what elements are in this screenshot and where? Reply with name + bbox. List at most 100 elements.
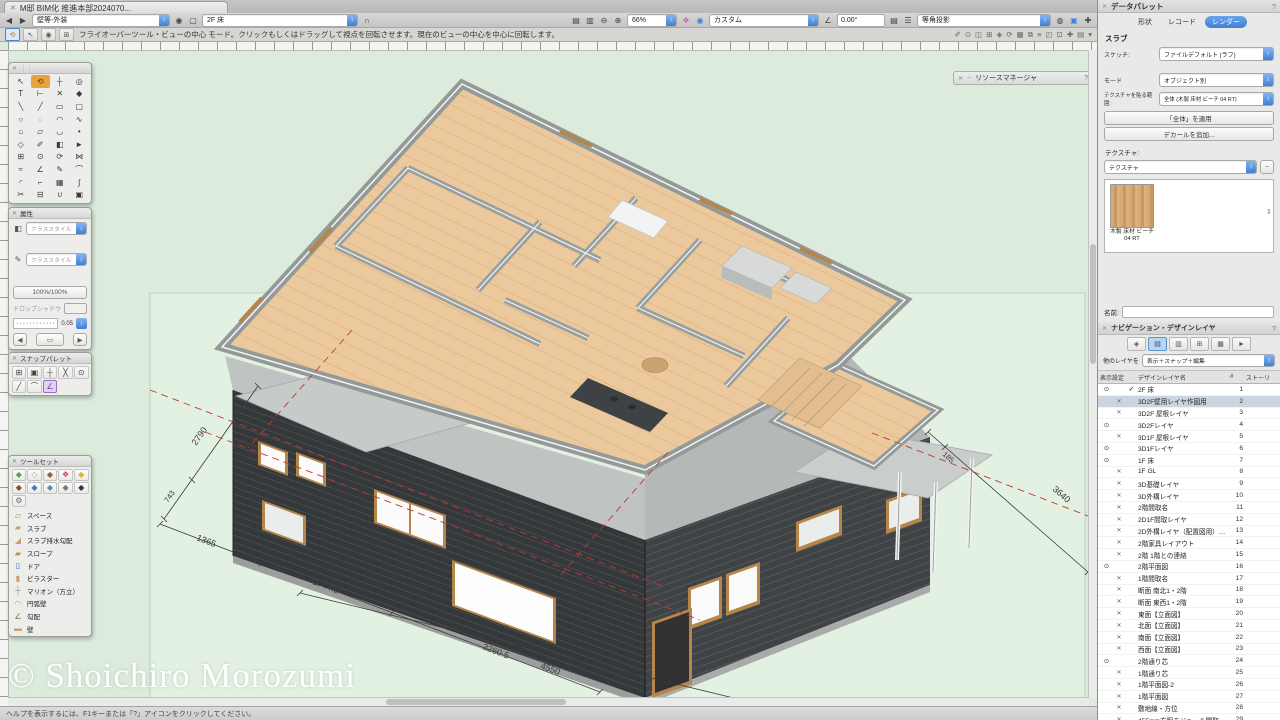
- texture-thumbnail[interactable]: [1110, 184, 1154, 228]
- tool-button[interactable]: ✂: [11, 188, 31, 201]
- modebar-tool-icon[interactable]: ✚: [1067, 30, 1073, 39]
- tool-button[interactable]: ✐: [31, 138, 51, 151]
- zoom-out-icon[interactable]: ⊖: [599, 15, 609, 26]
- toolset-tool[interactable]: ▰ スラブ: [11, 522, 89, 535]
- toolset-category-button[interactable]: ◆: [43, 469, 58, 481]
- design-layer-row[interactable]: ⊙ ✕ ✓ 2F 床 1: [1098, 384, 1280, 396]
- modebar-tool-icon[interactable]: ▤: [1077, 30, 1084, 39]
- mode-button[interactable]: ◉: [41, 28, 56, 41]
- visibility-off-icon[interactable]: ✕: [1113, 645, 1125, 652]
- render-mode-dropdown[interactable]: カスタム↕: [709, 14, 819, 27]
- tool-button[interactable]: ∿: [70, 113, 90, 126]
- modebar-tool-icon[interactable]: ◫: [975, 30, 982, 39]
- tool-button[interactable]: ≈: [11, 163, 31, 176]
- tool-button[interactable]: ►: [70, 138, 90, 151]
- tool-button[interactable]: •: [70, 125, 90, 138]
- line-weight-stepper[interactable]: ↕: [76, 318, 87, 329]
- marker-style-button[interactable]: ▭: [36, 333, 64, 346]
- toolset-category-button[interactable]: ◆: [74, 482, 89, 494]
- tool-button[interactable]: ⌐: [31, 176, 51, 189]
- toolset-category-button[interactable]: ◆: [58, 482, 73, 494]
- toolset-tool[interactable]: ┼ マリオン（方立）: [11, 585, 89, 598]
- toolset-tool[interactable]: ▬ 壁: [11, 622, 89, 635]
- tool-button[interactable]: ✕: [50, 88, 70, 101]
- modebar-tool-icon[interactable]: ≡: [1037, 30, 1041, 39]
- design-layer-row[interactable]: ⊙ ✕ ✓ 西面【立面図】 23: [1098, 644, 1280, 656]
- design-layer-row[interactable]: ⊙ ✕ ✓ 2階 1階との連絡 15: [1098, 549, 1280, 561]
- toolset-tool[interactable]: ◢ スラブ排水勾配: [11, 534, 89, 547]
- active-layer-dropdown[interactable]: 2F 床↕: [202, 14, 358, 27]
- tool-button[interactable]: ╲: [11, 100, 31, 113]
- visibility-eye-icon[interactable]: ⊙: [1100, 421, 1113, 429]
- projection-dropdown[interactable]: 等角投影↕: [917, 14, 1051, 27]
- toolset-category-button[interactable]: ◆: [12, 469, 27, 481]
- minimize-icon[interactable]: −: [967, 75, 971, 82]
- design-layer-row[interactable]: ⊙ ✕ ✓ 2階家具レイアウト 14: [1098, 537, 1280, 549]
- render-style-icon[interactable]: ❖: [681, 15, 691, 26]
- tool-button[interactable]: ▦: [50, 176, 70, 189]
- modebar-tool-icon[interactable]: ◰: [1045, 30, 1052, 39]
- tool-button[interactable]: ◎: [70, 75, 90, 88]
- design-layer-row[interactable]: ⊙ ✕ ✓ 2階平面図 16: [1098, 561, 1280, 573]
- navigation-tab-button[interactable]: ▤: [1148, 337, 1167, 351]
- prev-attr-button[interactable]: ◀: [13, 333, 27, 346]
- design-layer-row[interactable]: ⊙ ✕ ✓ 断面 東西1・2階 19: [1098, 596, 1280, 608]
- close-icon[interactable]: ✕: [12, 458, 17, 465]
- class-visibility-icon[interactable]: ▢: [188, 15, 198, 26]
- line-style-preview[interactable]: ·····················: [13, 318, 58, 329]
- clipboard-icon[interactable]: ▥: [585, 15, 595, 26]
- tool-button[interactable]: ⟲: [31, 75, 51, 88]
- visibility-off-icon[interactable]: ✕: [1113, 527, 1125, 534]
- fill-style-dropdown[interactable]: クラススタイル↕: [26, 222, 87, 235]
- tool-button[interactable]: ⌂: [11, 125, 31, 138]
- toolset-category-button[interactable]: ◆: [43, 482, 58, 494]
- tab-shape[interactable]: 形状: [1131, 16, 1159, 28]
- back-icon[interactable]: ◀: [4, 15, 14, 26]
- palette-header[interactable]: ✕⋮⋮: [9, 63, 91, 74]
- modebar-tool-icon[interactable]: ✐: [955, 30, 961, 39]
- navigation-tab-button[interactable]: ◈: [1127, 337, 1146, 351]
- tool-button[interactable]: ⊙: [31, 151, 51, 164]
- toolset-tool[interactable]: ∠ 勾配: [11, 610, 89, 623]
- visibility-off-icon[interactable]: ✕: [1113, 586, 1125, 593]
- design-layer-row[interactable]: ⊙ ✕ ✓ 3D基礎レイヤ 9: [1098, 478, 1280, 490]
- globe-icon[interactable]: ◍: [1055, 15, 1065, 26]
- toolset-tool[interactable]: ▮ ピラスター: [11, 572, 89, 585]
- toolset-tool[interactable]: ▱ スペース: [11, 509, 89, 522]
- visibility-off-icon[interactable]: ✕: [1113, 610, 1125, 617]
- snap-button[interactable]: ⌒: [27, 380, 42, 393]
- tab-record[interactable]: レコード: [1161, 16, 1203, 28]
- tool-button[interactable]: ◠: [50, 113, 70, 126]
- rotation-angle-field[interactable]: 0.00°: [837, 14, 885, 27]
- navigation-tab-button[interactable]: ▥: [1169, 337, 1188, 351]
- tool-button[interactable]: ┼: [50, 75, 70, 88]
- close-icon[interactable]: ✕: [12, 65, 17, 72]
- visibility-off-icon[interactable]: ✕: [1113, 634, 1125, 641]
- toolset-tool[interactable]: ▯ ドア: [11, 559, 89, 572]
- tool-button[interactable]: ◧: [50, 138, 70, 151]
- tool-button[interactable]: ▱: [31, 125, 51, 138]
- visibility-off-icon[interactable]: ✕: [1113, 716, 1125, 720]
- pen-icon[interactable]: ✎: [13, 255, 23, 264]
- snap-button[interactable]: ∠: [43, 380, 58, 393]
- help-icon[interactable]: ?: [1272, 2, 1276, 11]
- snap-button[interactable]: ┼: [43, 366, 58, 379]
- close-icon[interactable]: ✕: [958, 75, 963, 82]
- visibility-off-icon[interactable]: ✕: [1113, 693, 1125, 700]
- snap-button[interactable]: ⊞: [12, 366, 27, 379]
- tool-button[interactable]: ▭: [50, 100, 70, 113]
- tool-button[interactable]: ▣: [70, 188, 90, 201]
- layer-options-icon[interactable]: ∩: [362, 15, 372, 26]
- visibility-eye-icon[interactable]: ⊙: [1100, 562, 1113, 570]
- resource-manager-bar[interactable]: ✕ − リソースマネージャ ?: [953, 71, 1093, 85]
- visibility-off-icon[interactable]: ✕: [1113, 504, 1125, 511]
- sketch-dropdown[interactable]: ファイルデフォルト (ラフ)↕: [1159, 47, 1274, 61]
- add-view-icon[interactable]: ✚: [1083, 15, 1093, 26]
- visibility-off-icon[interactable]: ✕: [1113, 468, 1125, 475]
- toolset-category-button[interactable]: ◆: [74, 469, 89, 481]
- view-bar-icon[interactable]: ▤: [889, 15, 899, 26]
- toolset-category-button[interactable]: ◆: [27, 482, 42, 494]
- design-layer-row[interactable]: ⊙ ✕ ✓ 3D1Fレイヤ 6: [1098, 443, 1280, 455]
- design-layer-row[interactable]: ⊙ ✕ ✓ 断面 南北1・2階 18: [1098, 585, 1280, 597]
- tool-button[interactable]: T: [11, 88, 31, 101]
